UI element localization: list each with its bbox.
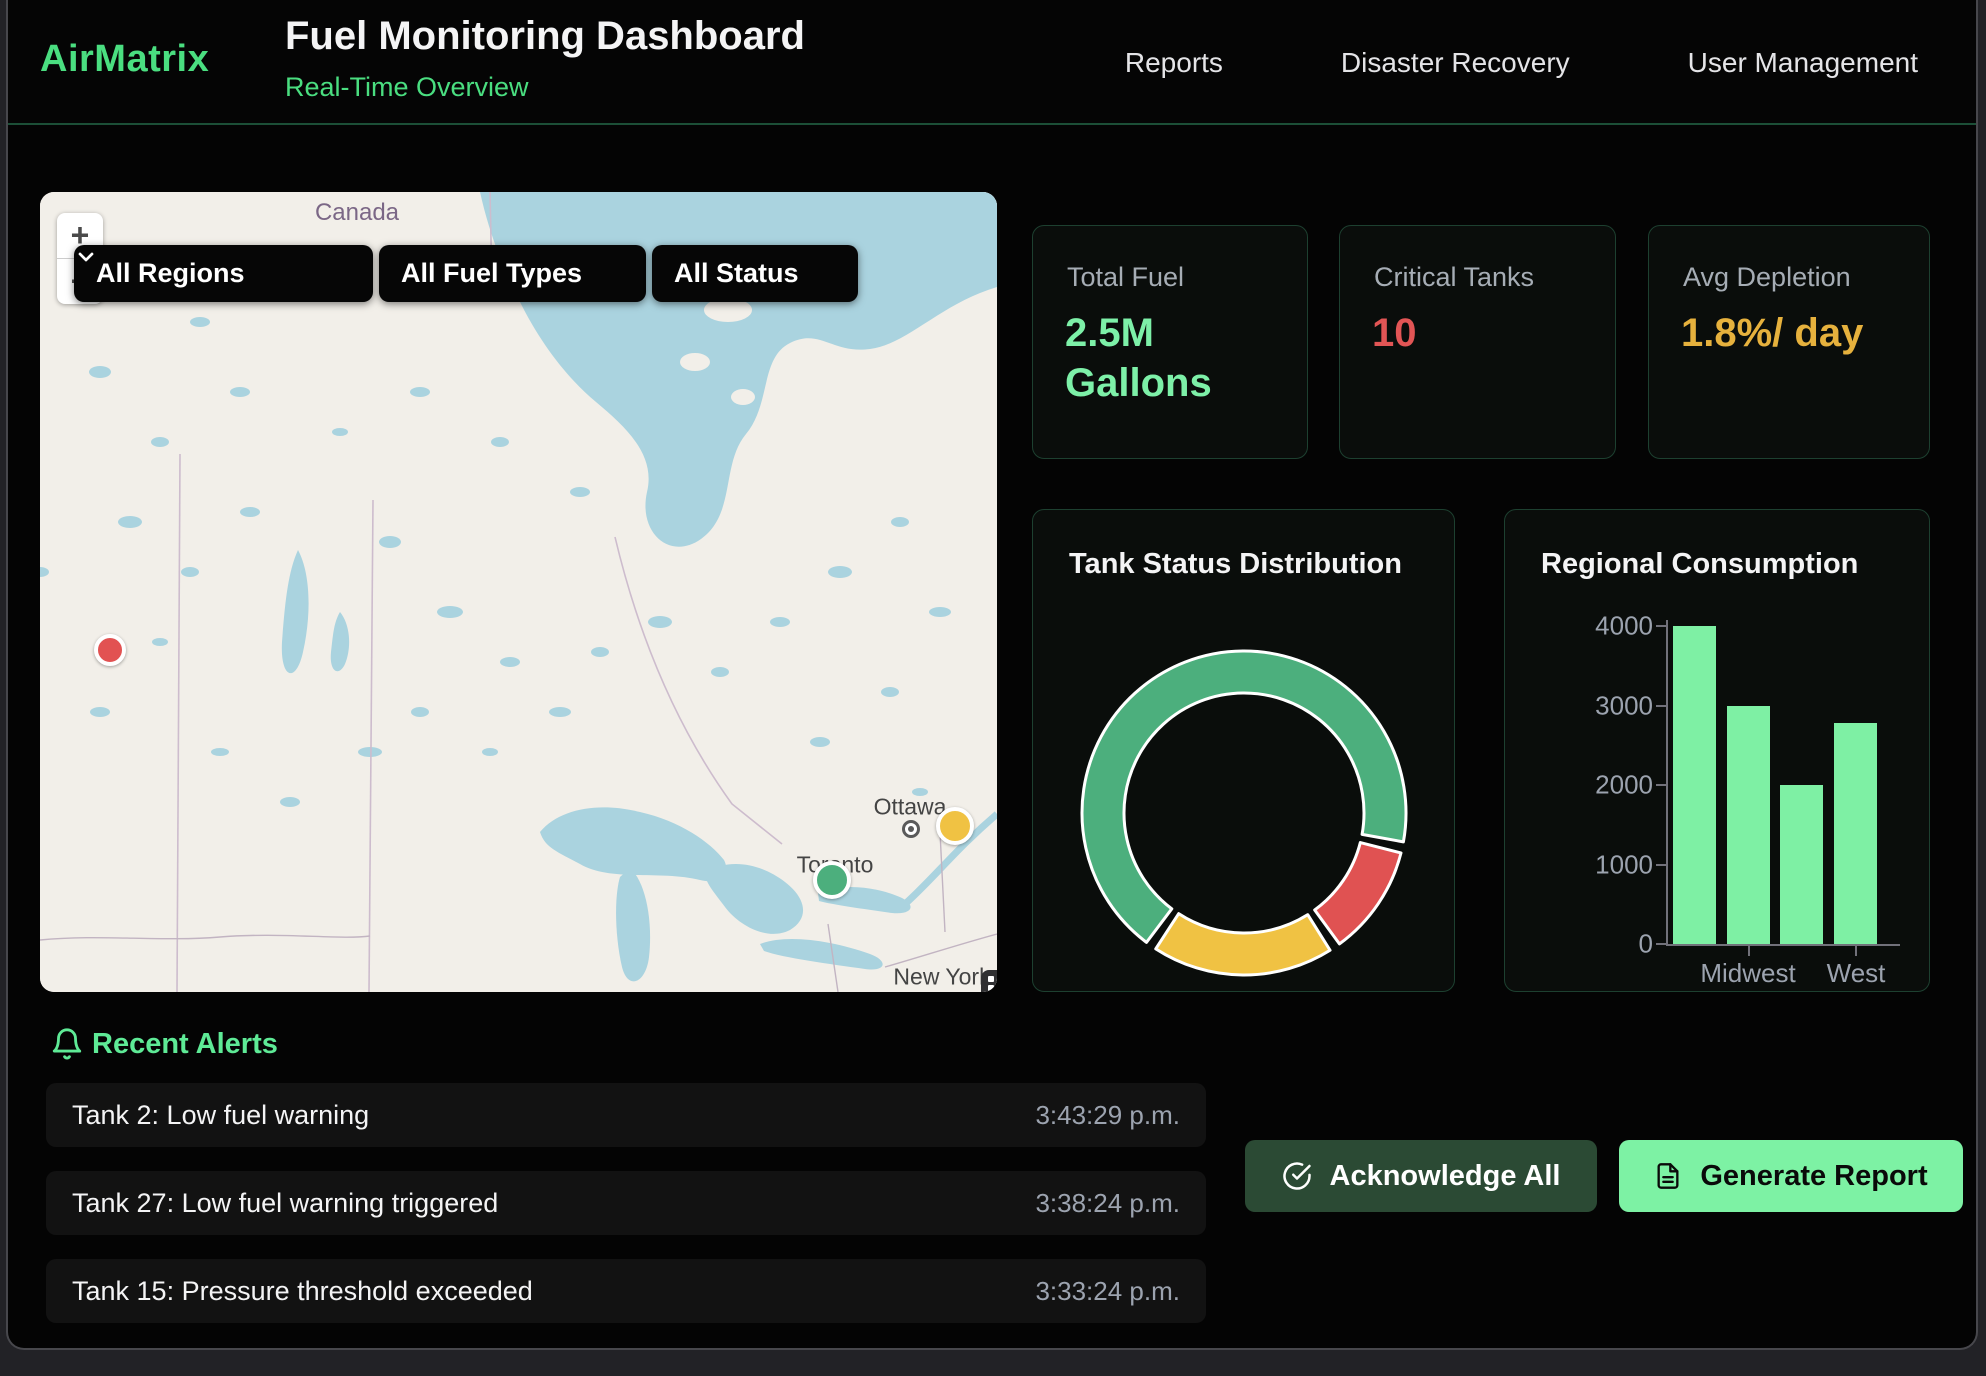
status-filter-dropdown[interactable]: All Status: [652, 245, 858, 302]
region-filter-dropdown[interactable]: All Regions: [74, 245, 373, 302]
stat-value: 2.5M Gallons: [1065, 308, 1280, 408]
map-label-ottawa: Ottawa: [874, 794, 947, 821]
map-filter-bar: All Regions All Fuel Types All Status: [74, 245, 858, 302]
bell-icon: [50, 1026, 84, 1067]
chart-title: Tank Status Distribution: [1069, 548, 1402, 581]
alert-message: Tank 27: Low fuel warning triggered: [72, 1188, 498, 1219]
ottawa-city-dot: [902, 820, 920, 838]
fuel-type-filter-dropdown[interactable]: All Fuel Types: [379, 245, 646, 302]
regional-consumption-card: Regional Consumption 4000 3000 2000 1000…: [1504, 509, 1930, 992]
stat-card-avg-depletion: Avg Depletion 1.8%/ day: [1648, 225, 1930, 459]
donut-segment-warning: [1155, 914, 1329, 975]
header: AirMatrix Fuel Monitoring Dashboard Real…: [8, 0, 1976, 125]
bar-Midwest: [1727, 706, 1770, 945]
brand-logo: AirMatrix: [40, 38, 209, 81]
x-axis-tick-label: West: [1827, 958, 1886, 989]
nav-reports[interactable]: Reports: [1125, 47, 1223, 79]
alert-timestamp: 3:43:29 p.m.: [1035, 1100, 1180, 1131]
tank-marker-warning[interactable]: [936, 807, 974, 845]
map-label-canada: Canada: [315, 199, 399, 227]
status-filter-value: All Status: [674, 258, 799, 289]
y-axis-tick-label: 2000: [1595, 770, 1653, 801]
region-filter-value: All Regions: [96, 258, 245, 289]
donut-segment-critical: [1314, 843, 1400, 944]
nav-disaster-recovery[interactable]: Disaster Recovery: [1341, 47, 1570, 79]
stat-card-critical-tanks: Critical Tanks 10: [1339, 225, 1616, 459]
check-circle-icon: [1282, 1161, 1312, 1191]
generate-report-label: Generate Report: [1700, 1160, 1927, 1193]
alert-row[interactable]: Tank 2: Low fuel warning 3:43:29 p.m.: [46, 1083, 1206, 1147]
map-label-newyork: New York: [893, 964, 990, 991]
page-title: Fuel Monitoring Dashboard: [285, 14, 805, 59]
bar-category-3: [1780, 785, 1823, 944]
generate-report-button[interactable]: Generate Report: [1619, 1140, 1963, 1212]
x-axis-tick-label: Midwest: [1700, 958, 1795, 989]
fuel-type-filter-value: All Fuel Types: [401, 258, 582, 289]
stat-value: 1.8%/ day: [1681, 308, 1896, 358]
tank-marker-normal[interactable]: [813, 861, 851, 899]
page-subtitle: Real-Time Overview: [285, 72, 529, 103]
y-axis-tick-label: 1000: [1595, 850, 1653, 881]
acknowledge-all-label: Acknowledge All: [1330, 1160, 1561, 1193]
map-drag-handle-icon[interactable]: [981, 970, 997, 992]
alert-message: Tank 15: Pressure threshold exceeded: [72, 1276, 533, 1307]
stat-label: Avg Depletion: [1683, 262, 1851, 293]
alert-timestamp: 3:33:24 p.m.: [1035, 1276, 1180, 1307]
alert-message: Tank 2: Low fuel warning: [72, 1100, 369, 1131]
document-icon: [1654, 1161, 1682, 1191]
y-axis-tick-label: 0: [1639, 929, 1653, 960]
acknowledge-all-button[interactable]: Acknowledge All: [1245, 1140, 1597, 1212]
dashboard-window: AirMatrix Fuel Monitoring Dashboard Real…: [6, 0, 1978, 1350]
alert-row[interactable]: Tank 27: Low fuel warning triggered 3:38…: [46, 1171, 1206, 1235]
regional-consumption-bar-chart: 4000 3000 2000 1000 0 Midwest West: [1505, 510, 1931, 993]
alert-row[interactable]: Tank 15: Pressure threshold exceeded 3:3…: [46, 1259, 1206, 1323]
bar-category-1: [1673, 626, 1716, 944]
stat-label: Critical Tanks: [1374, 262, 1534, 293]
top-nav: Reports Disaster Recovery User Managemen…: [1125, 0, 1918, 125]
tank-status-distribution-card: Tank Status Distribution: [1032, 509, 1455, 992]
stat-card-total-fuel: Total Fuel 2.5M Gallons: [1032, 225, 1308, 459]
tank-marker-critical[interactable]: [94, 634, 126, 666]
fuel-map[interactable]: Canada Ottawa Toronto New York + − All R…: [40, 192, 997, 992]
bar-West: [1834, 723, 1877, 944]
alert-timestamp: 3:38:24 p.m.: [1035, 1188, 1180, 1219]
stat-value: 10: [1372, 308, 1587, 358]
y-axis-tick-label: 3000: [1595, 691, 1653, 722]
nav-user-management[interactable]: User Management: [1688, 47, 1918, 79]
tank-status-donut-chart: [1074, 643, 1414, 988]
recent-alerts-title: Recent Alerts: [92, 1028, 278, 1061]
y-axis-tick-label: 4000: [1595, 611, 1653, 642]
stat-label: Total Fuel: [1067, 262, 1184, 293]
